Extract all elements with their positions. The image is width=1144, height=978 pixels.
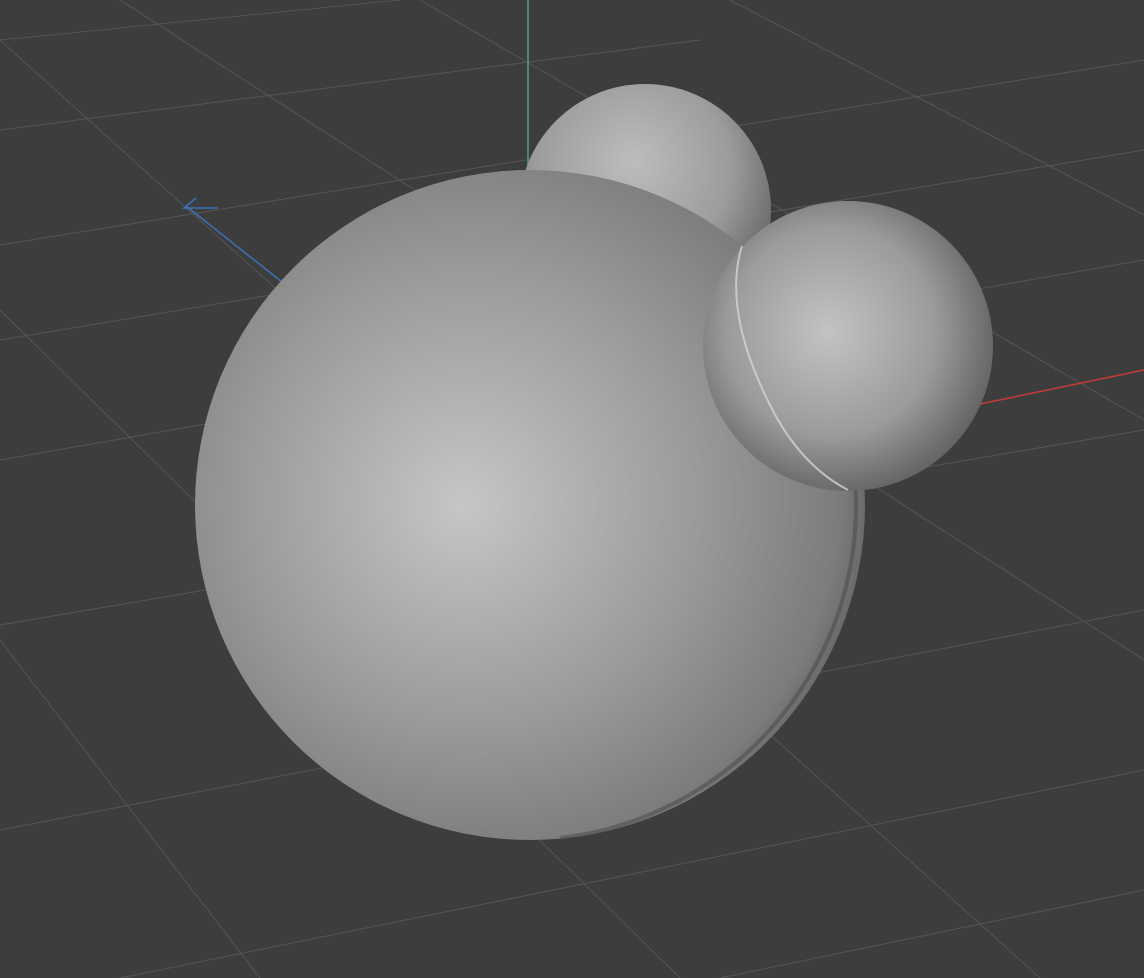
- grid-line: [729, 0, 1144, 216]
- scene-objects[interactable]: [195, 84, 993, 840]
- z-axis-arrow-icon: [181, 197, 218, 209]
- viewport-canvas[interactable]: [0, 0, 1144, 978]
- x-axis-line: [979, 369, 1144, 405]
- z-axis-line: [185, 205, 283, 283]
- 3d-viewport[interactable]: [0, 0, 1144, 978]
- grid-line: [719, 889, 1144, 978]
- grid-line: [0, 639, 261, 978]
- grid-line: [0, 0, 401, 41]
